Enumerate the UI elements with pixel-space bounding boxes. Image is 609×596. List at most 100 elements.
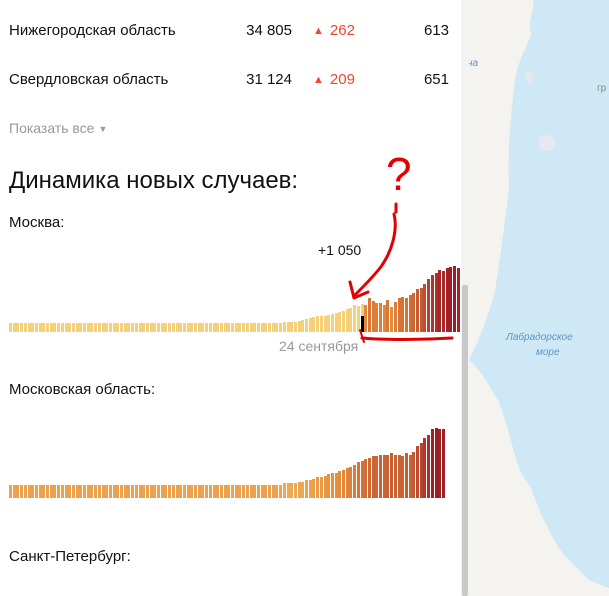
chart-bar [308, 318, 312, 332]
chart-bar [27, 323, 31, 332]
region-row[interactable]: Свердловская область 31 124 ▲ 209 651 [9, 71, 449, 91]
triangle-up-icon: ▲ [313, 74, 324, 86]
show-all-label: Показать все [9, 120, 95, 136]
chart-bar [20, 485, 24, 498]
chart-bar [57, 323, 61, 332]
chart-bar [31, 323, 35, 332]
chart-bar [319, 477, 323, 498]
chart-bar [197, 323, 201, 332]
chart-bar [112, 323, 116, 332]
chart-bar [353, 305, 357, 332]
chart-bar [375, 456, 379, 498]
chart-bar [68, 485, 72, 498]
chart-bar [386, 300, 390, 332]
chart-bar [293, 483, 297, 498]
chart-bar [168, 323, 172, 332]
scrollbar-thumb[interactable] [462, 285, 468, 596]
chart-bar [12, 485, 16, 498]
chart-bar [94, 485, 98, 498]
chart-bar [290, 322, 294, 332]
chart-bar [23, 323, 27, 332]
chart-bar [190, 485, 194, 498]
chart-bar [323, 476, 327, 498]
chart-bar [356, 306, 360, 332]
chart-bar [223, 323, 227, 332]
chart-bar [134, 485, 138, 498]
chart-bar [138, 323, 142, 332]
chart-bar [441, 429, 445, 498]
map[interactable]: Лабрадорское море на гр [469, 0, 609, 596]
chart-bar [316, 316, 320, 332]
chart-bar [375, 303, 379, 332]
chart-bar [116, 485, 120, 498]
chart-bar [379, 303, 382, 332]
chart-bar [127, 323, 131, 332]
chart-bar [327, 315, 331, 332]
chart-bar [194, 323, 197, 332]
chart-bar [408, 295, 412, 332]
map-label-fragment: на [469, 58, 479, 69]
chart-bar [153, 323, 157, 332]
chart-bar [171, 323, 175, 332]
show-all-link[interactable]: Показать все ▼ [9, 120, 107, 136]
chart-bar [456, 268, 460, 332]
chart-bar [282, 483, 286, 498]
chart-bar [453, 266, 456, 332]
chart-bar [330, 314, 334, 332]
region-row[interactable]: Нижегородская область 34 805 ▲ 262 613 [9, 22, 449, 42]
chart-bar [338, 471, 342, 498]
chart-bar [57, 485, 61, 498]
chart-bar [79, 485, 83, 498]
chart-bar [68, 323, 72, 332]
chart-bar [53, 323, 57, 332]
chart-bar [423, 284, 427, 332]
chart-bar [253, 485, 257, 498]
chart-bar [412, 452, 416, 498]
map-label-sea: Лабрадорское [506, 332, 573, 343]
chart-bar [234, 323, 238, 332]
chart-bar [367, 458, 371, 498]
chart-bar [120, 323, 123, 332]
chart-bar [75, 485, 79, 498]
stats-panel: Нижегородская область 34 805 ▲ 262 613 Св… [0, 0, 461, 596]
chart-date-tick: 24 сентября [279, 338, 359, 354]
chart-bar [190, 323, 194, 332]
chart-bar [79, 323, 83, 332]
chart-bar [49, 323, 53, 332]
chart-bar [227, 485, 231, 498]
region-delta-value: 262 [329, 22, 355, 39]
chart-bar [101, 485, 105, 498]
chart-bar [404, 453, 408, 498]
chart-bar [449, 267, 453, 332]
chart-bar [46, 323, 49, 332]
chart-bar [201, 323, 205, 332]
chart-label-spb: Санкт-Петербург: [9, 548, 131, 565]
chart-bar [349, 308, 353, 332]
chart-bar [390, 307, 394, 332]
chart-bar [105, 485, 109, 498]
chart-bar [227, 323, 231, 332]
chart-bar [312, 479, 316, 498]
chart-bar [142, 323, 146, 332]
chart-bar [279, 323, 283, 332]
region-delta: ▲ 209 [313, 71, 355, 88]
chart-bar [86, 323, 90, 332]
chart-bar [231, 323, 234, 332]
moscow-bar-chart [9, 262, 460, 332]
chart-bar [120, 485, 123, 498]
chart-bar [42, 323, 46, 332]
chart-bar [23, 485, 27, 498]
chart-bar [112, 485, 116, 498]
chart-bar [60, 323, 64, 332]
chart-bar [131, 485, 135, 498]
chart-bar [275, 323, 279, 332]
chart-label-moscow: Москва: [9, 214, 65, 231]
chart-bar [138, 485, 142, 498]
chart-bar [334, 313, 338, 332]
chart-bar [401, 297, 405, 332]
chart-bar [404, 298, 408, 332]
chart-bar [327, 474, 331, 498]
chart-bar [105, 323, 109, 332]
chart-bar [408, 455, 412, 498]
chart-bar [145, 485, 149, 498]
